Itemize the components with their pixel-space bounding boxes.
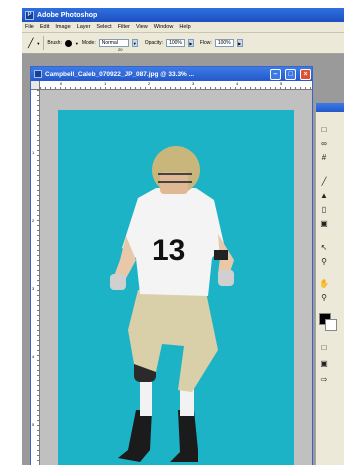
gradient-icon[interactable]: ▣ xyxy=(319,219,329,229)
ruler-corner[interactable] xyxy=(31,81,40,90)
mode-dropdown-arrow-icon[interactable]: ▼ xyxy=(131,39,138,47)
maximize-button[interactable]: □ xyxy=(285,68,296,80)
crop-icon[interactable]: # xyxy=(319,153,329,163)
brush-size-label: 20 xyxy=(118,47,123,52)
marquee-icon[interactable]: □ xyxy=(319,125,329,135)
jersey-number: 13 xyxy=(152,234,185,267)
minimize-button[interactable]: – xyxy=(270,68,281,80)
menu-view[interactable]: View xyxy=(133,24,151,30)
menu-help[interactable]: Help xyxy=(176,24,193,30)
lasso-icon[interactable]: ∞ xyxy=(319,139,329,149)
flow-slider-arrow-icon[interactable]: ▶ xyxy=(236,39,243,47)
menubar: File Edit Image Layer Select Filter View… xyxy=(22,22,344,33)
menu-window[interactable]: Window xyxy=(151,24,177,30)
eraser-icon[interactable]: ▯ xyxy=(319,205,329,215)
ruler-v-label: 4 xyxy=(32,354,35,359)
mode-select[interactable]: Normal xyxy=(98,39,129,47)
menu-edit[interactable]: Edit xyxy=(37,24,52,30)
brush-picker-arrow-icon[interactable]: ▼ xyxy=(75,41,79,46)
ruler-h-label: 3 xyxy=(192,81,195,86)
ruler-h-label: 0 xyxy=(60,81,63,86)
screen-mode-icon[interactable]: ▣ xyxy=(319,359,329,369)
menu-image[interactable]: Image xyxy=(52,24,73,30)
document-icon xyxy=(34,70,42,78)
document-title: Campbell_Caleb_070922_JP_087.jpg @ 33.3%… xyxy=(45,70,195,78)
vertical-ruler[interactable]: 1 2 3 4 5 xyxy=(31,90,40,465)
brush-tool-icon[interactable]: ╱ xyxy=(28,38,33,49)
hand-icon[interactable]: ✋ xyxy=(319,279,329,289)
opacity-slider-arrow-icon[interactable]: ▶ xyxy=(187,39,194,47)
document-canvas[interactable]: 13 xyxy=(58,110,294,465)
ruler-v-label: 3 xyxy=(32,286,35,291)
tool-preset-arrow-icon[interactable]: ▼ xyxy=(36,41,40,46)
football-player-photo: 13 xyxy=(110,146,234,462)
mode-label: Mode: xyxy=(81,40,96,46)
opacity-label: Opacity: xyxy=(144,40,164,46)
ruler-h-label: 2 xyxy=(148,81,151,86)
app-titlebar: P Adobe Photoshop xyxy=(22,8,344,22)
flow-input[interactable]: 100% xyxy=(214,39,234,47)
menu-file[interactable]: File xyxy=(22,24,37,30)
app-title: Adobe Photoshop xyxy=(37,11,98,19)
zoom-icon[interactable]: ⚲ xyxy=(319,293,329,303)
ruler-h-label: 4 xyxy=(236,81,239,86)
tools-palette: □ ∞ # ╱ ▲ ▯ ▣ ↖ ⚲ ✋ ⚲ □ ▣ ⇨ xyxy=(315,103,344,465)
menu-layer[interactable]: Layer xyxy=(74,24,94,30)
ruler-v-label: 1 xyxy=(32,150,35,155)
ruler-h-label: 5 xyxy=(280,81,283,86)
options-bar: ╱ ▼ Brush: ▼ Mode: Normal ▼ Opacity: 100… xyxy=(22,33,344,54)
stamp-icon[interactable]: ▲ xyxy=(319,191,329,201)
horizontal-ruler[interactable]: 0 1 2 3 4 5 xyxy=(40,81,312,90)
quick-mask-icon[interactable]: □ xyxy=(319,343,329,353)
background-color-swatch[interactable] xyxy=(325,319,337,331)
brush-preview-icon[interactable] xyxy=(64,39,72,47)
menu-select[interactable]: Select xyxy=(93,24,114,30)
photoshop-app: P Adobe Photoshop File Edit Image Layer … xyxy=(22,8,344,465)
document-titlebar[interactable]: Campbell_Caleb_070922_JP_087.jpg @ 33.3%… xyxy=(31,67,312,81)
ruler-v-label: 2 xyxy=(32,218,35,223)
brush-label: Brush: xyxy=(47,40,62,46)
pen-icon[interactable]: ⚲ xyxy=(319,257,329,267)
brush-icon[interactable]: ╱ xyxy=(319,177,329,187)
photoshop-logo-icon: P xyxy=(25,10,34,20)
close-button[interactable]: × xyxy=(300,68,311,80)
jump-to-imageready-icon[interactable]: ⇨ xyxy=(319,375,329,385)
menu-filter[interactable]: Filter xyxy=(115,24,133,30)
separator xyxy=(43,36,45,50)
canvas-area[interactable]: 13 xyxy=(40,90,312,465)
ruler-v-label: 5 xyxy=(32,422,35,427)
tools-palette-header[interactable] xyxy=(316,103,344,112)
flow-label: Flow: xyxy=(199,40,212,46)
document-window[interactable]: Campbell_Caleb_070922_JP_087.jpg @ 33.3%… xyxy=(30,66,313,465)
ruler-h-label: 1 xyxy=(104,81,107,86)
opacity-input[interactable]: 100% xyxy=(166,39,185,47)
path-select-icon[interactable]: ↖ xyxy=(319,243,329,253)
